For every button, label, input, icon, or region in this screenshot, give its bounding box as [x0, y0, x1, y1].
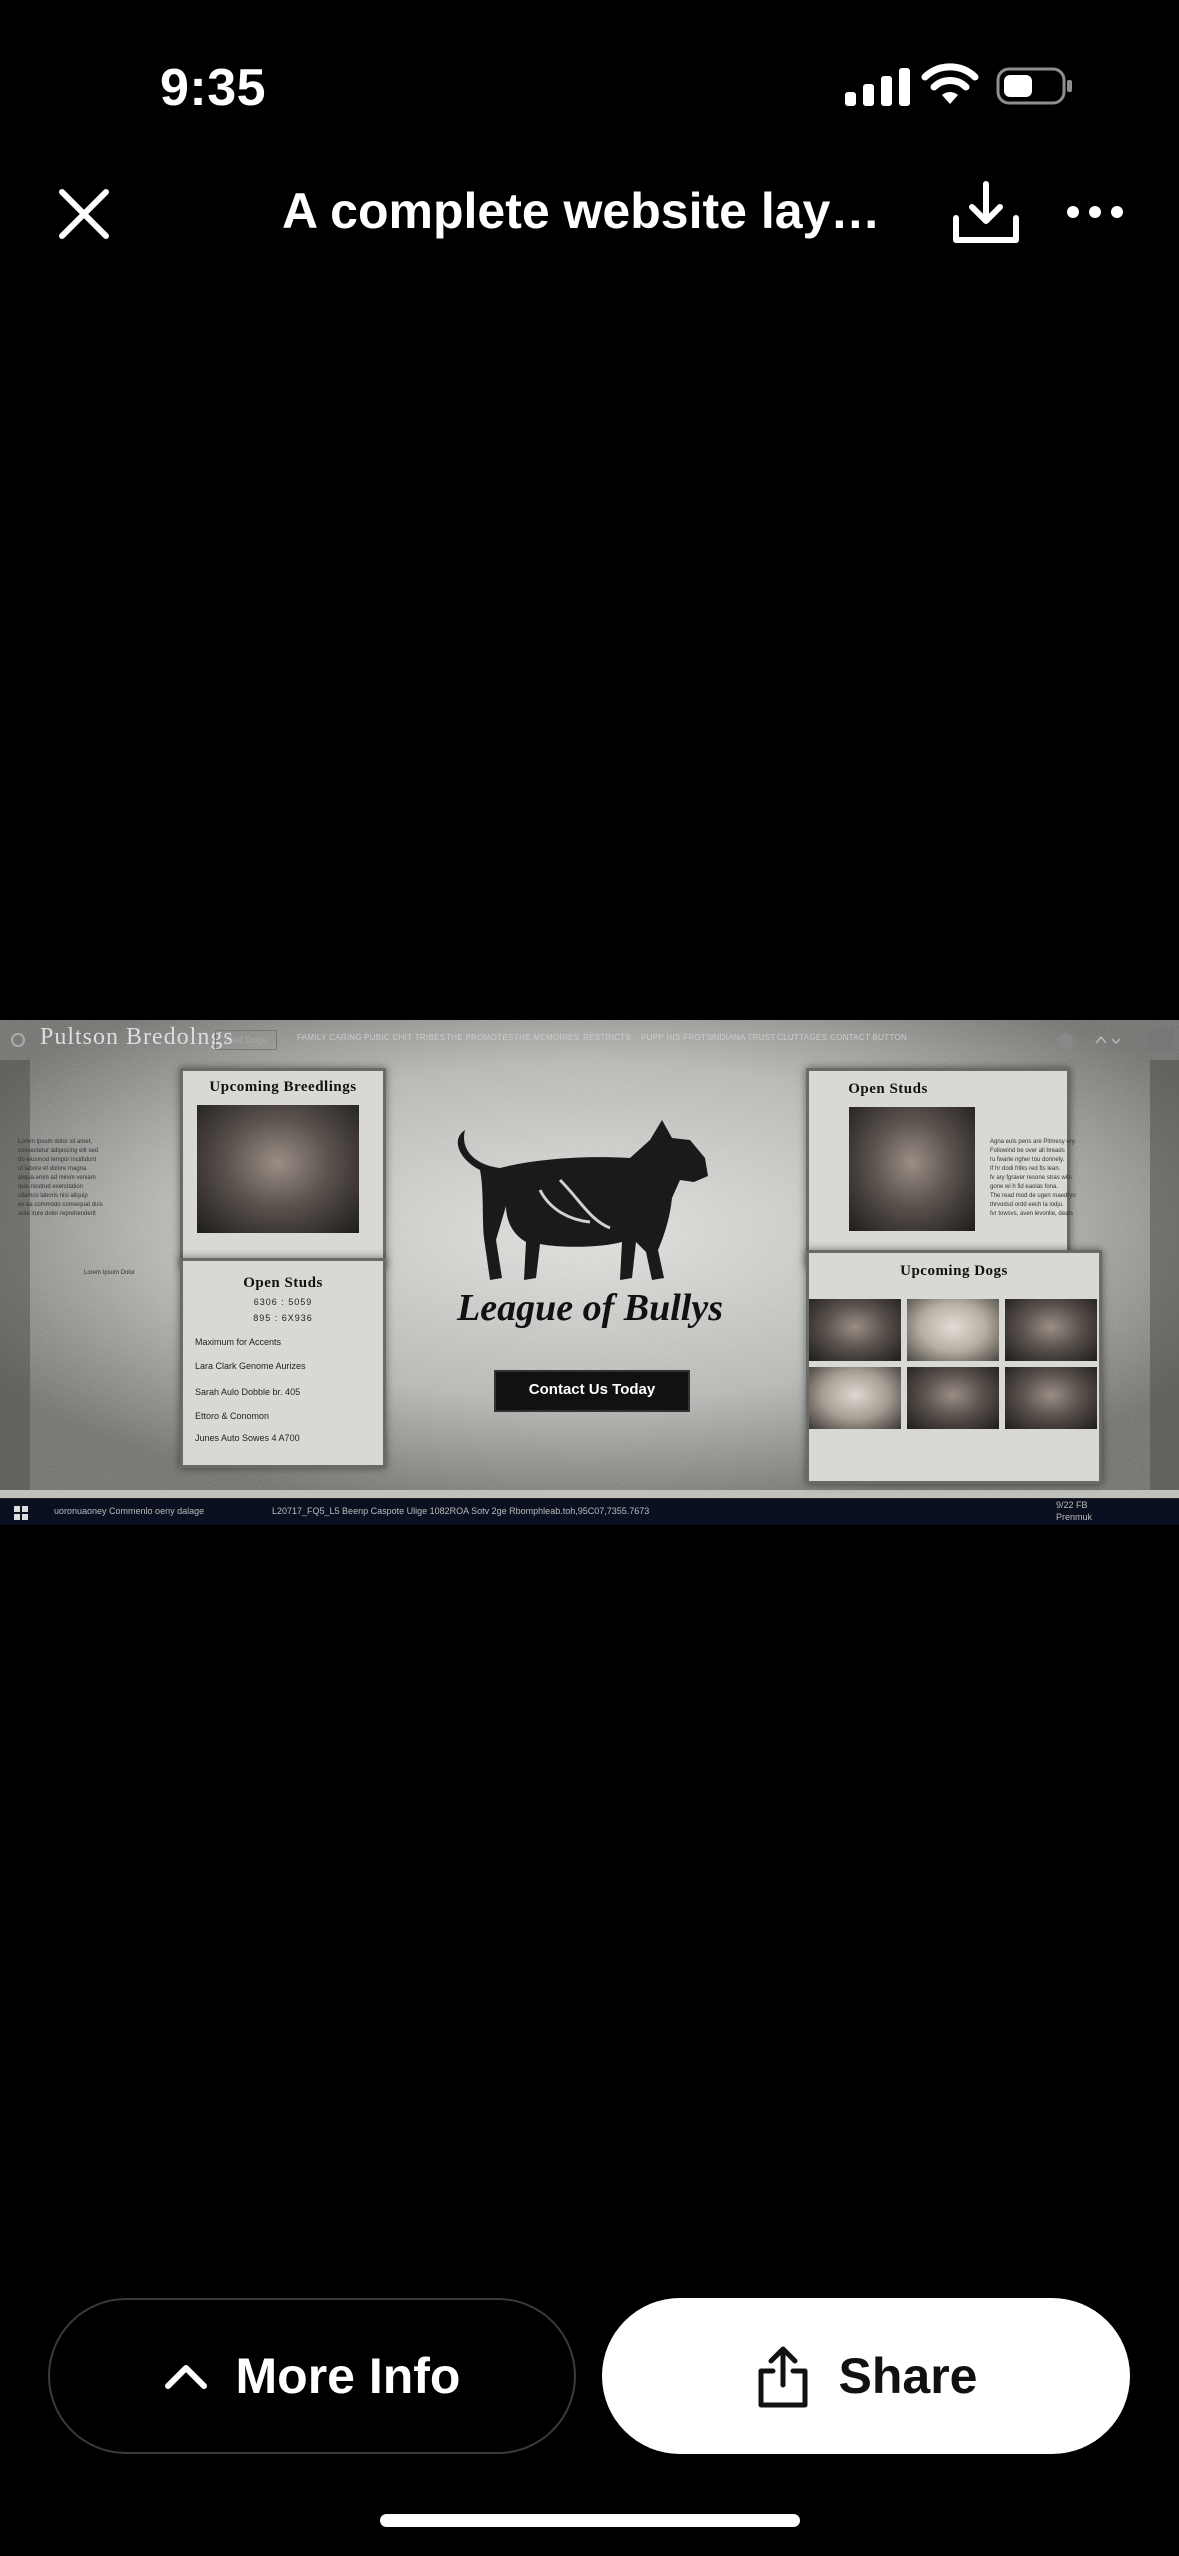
taskbar-time: 9/22 FB — [1056, 1500, 1088, 1510]
menu-icon[interactable] — [10, 1032, 26, 1048]
chevron-down-icon[interactable] — [1094, 1033, 1124, 1047]
more-info-label: More Info — [235, 2348, 461, 2404]
upcoming-dogs-title: Upcoming Dogs — [900, 1263, 1008, 1279]
left-text-column: Lorem ipsum dolor sit amet, consectetur a… — [18, 1139, 103, 1217]
share-icon — [758, 2346, 808, 2408]
open-studs-right-title: Open Studs — [848, 1081, 928, 1097]
bulldog-logo-icon: League of Bullys — [456, 1120, 723, 1329]
nav-item[interactable]: THE PROMOTES — [446, 1033, 514, 1042]
more-info-button[interactable]: More Info — [48, 2298, 576, 2454]
site-brand[interactable]: Pultson Bredolngs — [40, 1024, 234, 1051]
dog-photo — [197, 1105, 359, 1233]
upcoming-breedings-title: Upcoming Breedlings — [209, 1079, 357, 1095]
page-title: A complete website layo... — [282, 183, 902, 239]
dog-thumbnail[interactable] — [809, 1367, 901, 1429]
dog-thumbnail[interactable] — [907, 1299, 999, 1361]
preview-image: Pultson Bredolngs Find Dogs FAMILY CARIN… — [0, 1020, 1179, 1525]
share-button[interactable]: Share — [602, 2298, 1130, 2454]
upcoming-dogs-panel: Upcoming Dogs — [806, 1250, 1102, 1484]
stud-line: Sarah Aulo Dobble br. 405 — [195, 1387, 301, 1397]
cellular-signal-icon — [845, 66, 910, 106]
dog-thumbnail[interactable] — [907, 1367, 999, 1429]
avatar-icon[interactable] — [1056, 1032, 1074, 1050]
taskbar-text: uoronuaoney Commenlo oeny dalage — [54, 1506, 205, 1516]
dog-thumbnail[interactable] — [1005, 1367, 1097, 1429]
stud-number: 6306 : 5059 — [253, 1297, 313, 1307]
nav-item[interactable]: INDIANA TRUST — [711, 1033, 776, 1042]
wifi-icon — [921, 63, 979, 104]
stud-number: 895 : 6X936 — [253, 1313, 313, 1323]
home-indicator[interactable] — [380, 2514, 800, 2527]
download-icon[interactable] — [950, 180, 1022, 246]
status-time: 9:35 — [160, 59, 267, 117]
nav-item[interactable]: PUPP HIS FROTS — [641, 1033, 712, 1042]
nav-item[interactable]: THE MEMORIES — [514, 1033, 579, 1042]
upcoming-breedings-panel: Upcoming Breedlings — [180, 1068, 386, 1268]
contact-us-button[interactable]: Contact Us Today — [494, 1370, 690, 1412]
dog-photo — [849, 1107, 975, 1231]
nav-item[interactable]: PUBIC CHIT TRIBES — [364, 1033, 445, 1042]
stud-line: Ettoro & Conomon — [195, 1411, 270, 1421]
os-taskbar: uoronuaoney Commenlo oeny dalage L20717_… — [0, 1498, 1179, 1525]
dog-thumbnail[interactable] — [1005, 1299, 1097, 1361]
stud-line: Maximum for Accents — [195, 1337, 282, 1347]
stud-line: Lara Clark Genome Aurizes — [195, 1361, 306, 1371]
share-label: Share — [838, 2348, 978, 2404]
nav-item[interactable]: CLUTTAGES — [777, 1033, 827, 1042]
battery-icon — [996, 67, 1072, 105]
taskbar-date: Prenmuk — [1056, 1512, 1093, 1522]
site-search[interactable]: Find Dogs — [215, 1030, 277, 1050]
right-text-column: Agna euls pens are Pitmesy ery. Followind… — [990, 1139, 1076, 1217]
open-studs-title: Open Studs — [243, 1275, 323, 1291]
more-icon[interactable] — [1066, 198, 1124, 226]
dog-thumbnail[interactable] — [809, 1299, 901, 1361]
stud-line: Junes Auto Sowes 4 A700 — [195, 1433, 300, 1443]
taskbar-text: L20717_FQ5_L5 Beenp Caspote Ulige 1082RO… — [272, 1506, 650, 1516]
chevron-up-icon — [164, 2365, 207, 2389]
nav-item[interactable]: FAMILY CARING — [297, 1033, 362, 1042]
nav-item[interactable]: RESTRICTS — [583, 1033, 631, 1042]
hero-script-text: League of Bullys — [456, 1287, 723, 1329]
left-signature: Lorem Ipsum Dolor — [84, 1270, 136, 1276]
nav-item[interactable]: CONTACT BUTTON — [830, 1033, 907, 1042]
thumbnail-icon — [1148, 1028, 1174, 1052]
windows-icon[interactable] — [14, 1506, 28, 1520]
open-studs-panel: Open Studs 6306 : 5059 895 : 6X936 Maxim… — [180, 1258, 386, 1468]
close-icon[interactable] — [58, 188, 110, 240]
